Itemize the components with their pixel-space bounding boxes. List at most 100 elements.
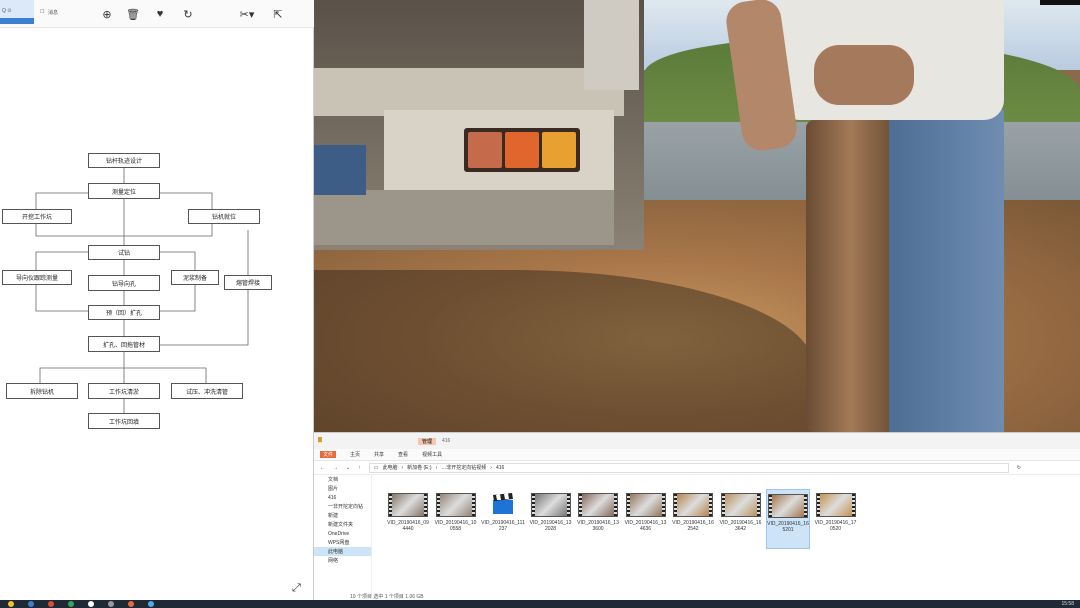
video-thumbnail-icon bbox=[768, 494, 808, 518]
video-scene-truck bbox=[314, 0, 644, 250]
video-thumbnail-icon bbox=[578, 493, 618, 517]
explorer-nav-pane: 文档 图片 416 一非开挖定向钻 新建 新建文件夹 OneDrive WPS网盘 此电脑 网络 bbox=[314, 475, 372, 595]
file-item[interactable]: VID_20190416_111237 bbox=[481, 489, 525, 549]
ribbon-tab-share[interactable]: 共享 bbox=[374, 451, 384, 458]
truck-panel bbox=[314, 145, 366, 195]
nav-item[interactable]: 图片 bbox=[314, 484, 371, 493]
nav-item[interactable]: 新建 bbox=[314, 511, 371, 520]
taskbar: 15:58 bbox=[0, 600, 1080, 608]
image-viewer-window: Q ⊙ ☐ 消息 ⊕ 🗑 ♥ ↻ ✂▾ ⇱ 钻杆轨迹设计 测量定位 开挖工作坑 … bbox=[0, 0, 314, 600]
nav-item[interactable]: 416 bbox=[314, 493, 371, 502]
video-thumbnail-icon bbox=[435, 493, 476, 517]
file-name: VID_20190416_163642 bbox=[719, 520, 762, 532]
file-item[interactable]: VID_20190416_132028 bbox=[529, 489, 573, 549]
nav-item[interactable]: 新建文件夹 bbox=[314, 520, 371, 529]
video-thumbnail-icon bbox=[530, 493, 571, 517]
flow-node: 试钻 bbox=[88, 245, 160, 260]
video-scene-person-legs bbox=[889, 110, 1004, 432]
truck-bumper bbox=[314, 190, 614, 245]
file-name: VID_20190416_162542 bbox=[672, 520, 714, 532]
video-scene-hand bbox=[814, 45, 914, 105]
file-item[interactable]: VID_20190416_170520 bbox=[814, 489, 858, 549]
title-manage-tab[interactable]: 管理 bbox=[418, 438, 437, 445]
video-corner-bar bbox=[1040, 0, 1080, 5]
explorer-titlebar: ▇ 管理 416 bbox=[314, 433, 1080, 449]
video-file-icon bbox=[490, 491, 516, 517]
flow-node: 预（回）扩孔 bbox=[88, 305, 160, 320]
breadcrumb-item[interactable]: …非开挖定向钻视频 bbox=[441, 464, 486, 471]
file-name: VID_20190416_111237 bbox=[481, 520, 525, 532]
ribbon-tab-file[interactable]: 文件 bbox=[320, 451, 337, 458]
flow-node: 钻机就位 bbox=[188, 209, 260, 224]
flow-node: 钻导向孔 bbox=[88, 275, 160, 291]
breadcrumb-item[interactable]: 416 bbox=[496, 465, 504, 471]
folder-icon: ▇ bbox=[318, 437, 322, 443]
truck-tail-light bbox=[464, 128, 580, 172]
video-thumbnail-icon bbox=[388, 493, 428, 517]
file-item[interactable]: VID_20190416_094440 bbox=[386, 489, 430, 549]
explorer-ribbon: 文件 主页 共享 查看 视频工具 bbox=[314, 449, 1080, 461]
file-name: VID_20190416_094440 bbox=[387, 520, 429, 532]
file-item[interactable]: VID_20190416_163642 bbox=[719, 489, 763, 549]
file-item[interactable]: VID_20190416_162542 bbox=[671, 489, 715, 549]
flow-node: 工作坑清淤 bbox=[88, 383, 160, 399]
flow-node: 导向仪跟踪测量 bbox=[2, 270, 72, 285]
nav-item[interactable]: 一非开挖定向钻 bbox=[314, 502, 371, 511]
file-name: VID_20190416_165201 bbox=[767, 521, 809, 533]
taskbar-app-icon[interactable] bbox=[68, 601, 74, 607]
truck-cab bbox=[584, 0, 639, 90]
explorer-address-row: ← → ⌄ ↑ ▭ 此电脑 › 新加卷 (E:) › …非开挖定向钻视频 › 4… bbox=[314, 461, 1080, 475]
taskbar-app-icon[interactable] bbox=[28, 601, 34, 607]
flowchart-connectors bbox=[35, 168, 249, 413]
video-thumbnail-icon bbox=[625, 493, 666, 517]
ribbon-tab-home[interactable]: 主页 bbox=[350, 451, 360, 458]
flow-node: 开挖工作坑 bbox=[2, 209, 72, 224]
back-arrow-icon[interactable]: ← bbox=[320, 465, 325, 471]
video-thumbnail-icon bbox=[815, 493, 856, 517]
explorer-file-grid: VID_20190416_094440 VID_20190416_100558 VI… bbox=[386, 489, 1066, 569]
taskbar-app-icon[interactable] bbox=[48, 601, 54, 607]
nav-item[interactable]: 网络 bbox=[314, 556, 371, 565]
pc-icon: ▭ bbox=[373, 464, 379, 471]
breadcrumb-item[interactable]: 新加卷 (E:) bbox=[407, 464, 431, 471]
breadcrumb-item[interactable]: 此电脑 bbox=[382, 464, 397, 471]
address-bar[interactable]: ▭ 此电脑 › 新加卷 (E:) › …非开挖定向钻视频 › 416 bbox=[368, 462, 1009, 473]
forward-arrow-icon[interactable]: → bbox=[333, 465, 338, 471]
flow-node: 扩孔、回拖管材 bbox=[88, 336, 160, 352]
nav-item[interactable]: WPS网盘 bbox=[314, 538, 371, 547]
file-item[interactable]: VID_20190416_134636 bbox=[624, 489, 668, 549]
flow-node: 工作坑回填 bbox=[88, 413, 160, 429]
screen: Q ⊙ ☐ 消息 ⊕ 🗑 ♥ ↻ ✂▾ ⇱ 钻杆轨迹设计 测量定位 开挖工作坑 … bbox=[0, 0, 1080, 608]
ribbon-tab-view[interactable]: 查看 bbox=[398, 451, 408, 458]
ribbon-tab-video-tools[interactable]: 视频工具 bbox=[422, 451, 442, 458]
taskbar-icons bbox=[8, 601, 154, 607]
taskbar-app-icon[interactable] bbox=[148, 601, 154, 607]
file-name: VID_20190416_170520 bbox=[814, 520, 857, 532]
taskbar-app-icon[interactable] bbox=[88, 601, 94, 607]
taskbar-app-icon[interactable] bbox=[108, 601, 114, 607]
nav-item[interactable]: 文档 bbox=[314, 475, 371, 484]
taskbar-clock: 15:58 bbox=[1061, 601, 1074, 607]
file-item[interactable]: VID_20190416_133600 bbox=[576, 489, 620, 549]
up-arrow-icon[interactable]: ↑ bbox=[358, 465, 361, 471]
flow-node: 试压、冲洗清管 bbox=[171, 383, 243, 399]
nav-item[interactable]: OneDrive bbox=[314, 529, 371, 538]
file-name: VID_20190416_134636 bbox=[624, 520, 667, 532]
flow-node: 钻杆轨迹设计 bbox=[88, 153, 160, 168]
file-name: VID_20190416_133600 bbox=[577, 520, 619, 532]
file-item[interactable]: VID_20190416_165201 bbox=[766, 489, 810, 549]
refresh-icon[interactable]: ↻ bbox=[1017, 465, 1021, 471]
window-title: 416 bbox=[442, 438, 451, 444]
file-name: VID_20190416_100558 bbox=[434, 520, 477, 532]
flow-node: 泥浆制备 bbox=[171, 270, 219, 285]
expand-icon[interactable]: ⤢ bbox=[292, 582, 301, 595]
taskbar-app-icon[interactable] bbox=[8, 601, 14, 607]
file-explorer-window: ▇ 管理 416 文件 主页 共享 查看 视频工具 ← → ⌄ ↑ ▭ 此电脑 … bbox=[314, 432, 1080, 600]
flow-node: 测量定位 bbox=[88, 183, 160, 199]
taskbar-app-icon[interactable] bbox=[128, 601, 134, 607]
video-thumbnail-icon bbox=[673, 493, 713, 517]
video-player[interactable] bbox=[314, 0, 1080, 432]
chevron-down-icon[interactable]: ⌄ bbox=[346, 465, 350, 471]
nav-item[interactable]: 此电脑 bbox=[314, 547, 371, 556]
file-item[interactable]: VID_20190416_100558 bbox=[434, 489, 478, 549]
